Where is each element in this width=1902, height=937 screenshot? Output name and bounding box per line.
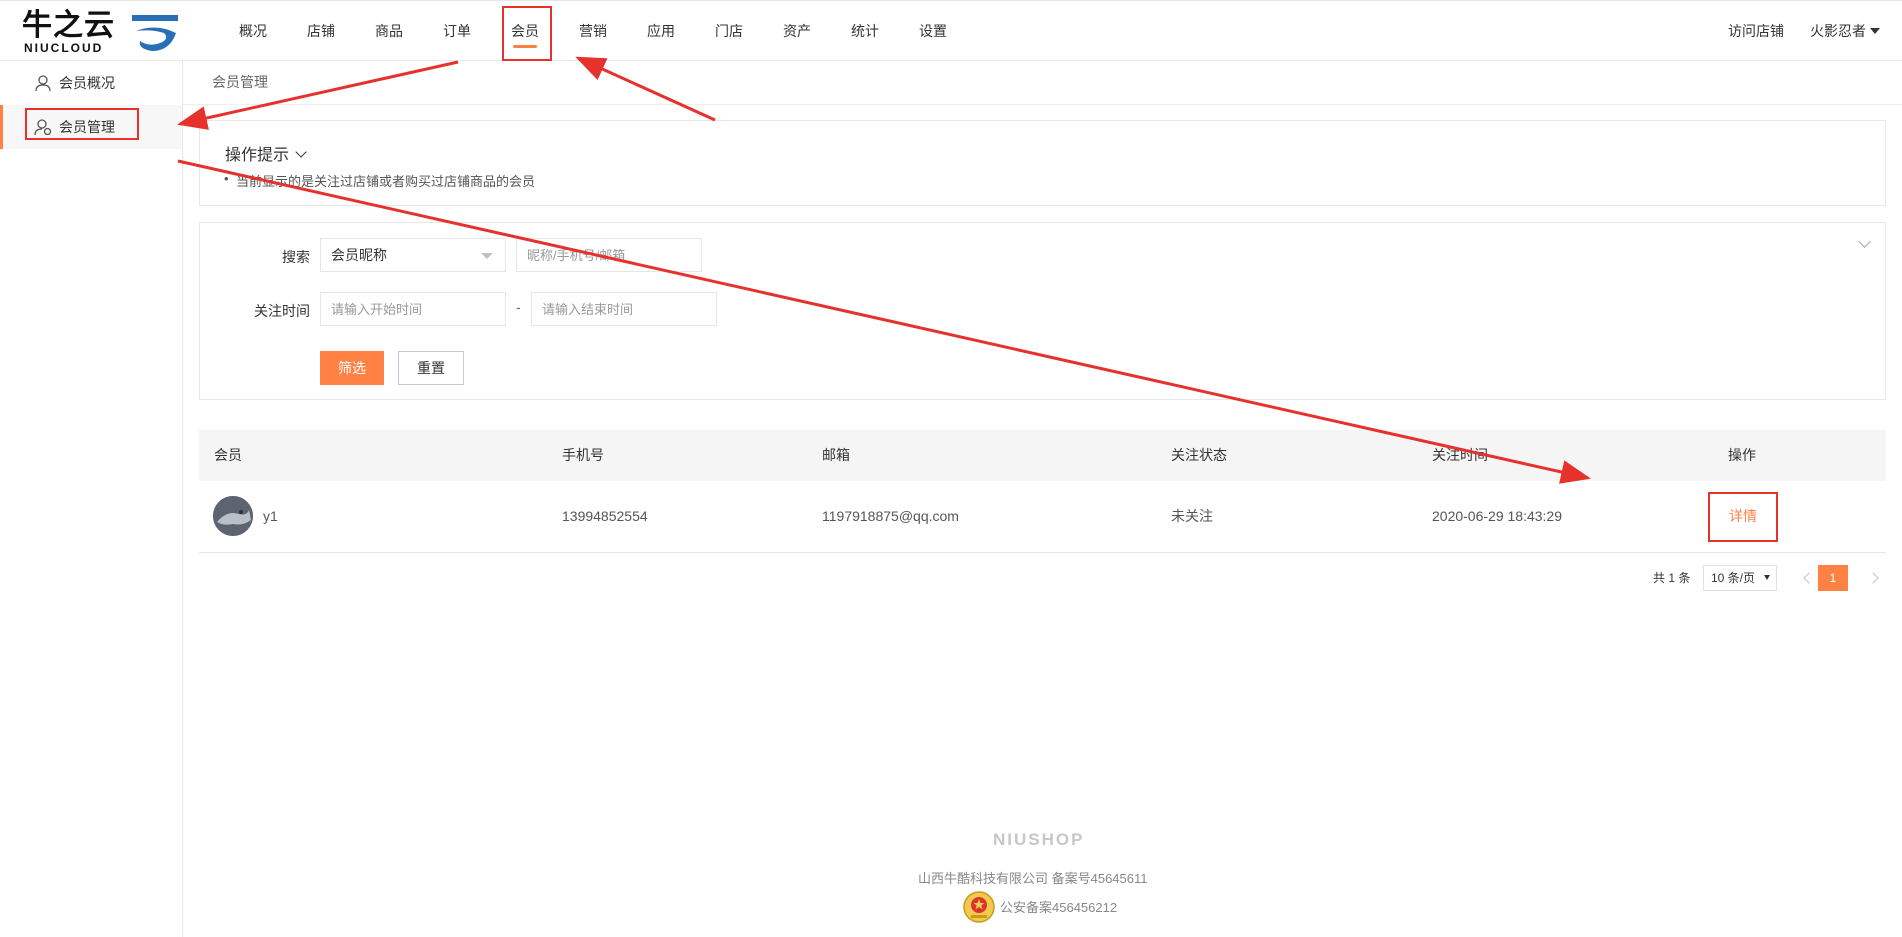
reset-button[interactable]: 重置 — [398, 351, 464, 385]
filter-button[interactable]: 筛选 — [320, 351, 384, 385]
breadcrumb-divider — [183, 104, 1902, 105]
avatar-image — [213, 496, 253, 536]
member-phone: 13994852554 — [562, 508, 648, 524]
table-header: 会员 手机号 邮箱 关注状态 关注时间 操作 — [199, 430, 1886, 482]
column-header: 关注状态 — [1171, 447, 1227, 463]
keyword-input[interactable] — [516, 238, 702, 272]
nav-overview[interactable]: 概况 — [233, 1, 273, 62]
annotation-box-detail — [1708, 492, 1778, 542]
sidebar: 会员概况 会员管理 — [0, 61, 183, 937]
user-icon — [35, 75, 51, 92]
arrow-to-nav — [575, 56, 716, 122]
breadcrumb: 会员管理 — [212, 74, 268, 90]
logo-subtext: NIUCLOUD — [24, 41, 104, 55]
nav-assets[interactable]: 资产 — [777, 1, 817, 62]
police-emblem-icon — [963, 891, 995, 923]
nav-stores[interactable]: 门店 — [709, 1, 749, 62]
visit-shop-link[interactable]: 访问店铺 — [1728, 1, 1784, 61]
sidebar-item-label: 会员概况 — [59, 75, 115, 91]
follow-time: 2020-06-29 18:43:29 — [1432, 508, 1562, 524]
table-row: y1 13994852554 1197918875@qq.com 未关注 202… — [199, 481, 1886, 553]
user-menu[interactable]: 火影忍者 — [1810, 1, 1880, 61]
logo-swirl-icon — [132, 15, 178, 51]
column-header: 关注时间 — [1432, 447, 1488, 463]
nav-settings[interactable]: 设置 — [913, 1, 953, 62]
dropdown-arrow-icon — [1764, 575, 1770, 580]
end-time-input[interactable] — [531, 292, 717, 326]
annotation-box-nav — [502, 6, 552, 61]
chevron-left-icon[interactable] — [1797, 565, 1817, 591]
nav-marketing[interactable]: 营销 — [573, 1, 613, 62]
page-size-select[interactable]: 10 条/页 — [1703, 565, 1777, 591]
avatar — [213, 496, 253, 536]
nav-statistics[interactable]: 统计 — [845, 1, 885, 62]
police-record-text: 公安备案456456212 — [1000, 900, 1118, 915]
member-nickname: y1 — [263, 508, 278, 524]
tips-toggle[interactable]: 操作提示 — [225, 141, 307, 165]
footer-brand: NIUSHOP — [993, 830, 1085, 849]
follow-status: 未关注 — [1171, 508, 1213, 524]
caret-down-icon — [1870, 28, 1880, 34]
page-number-current[interactable]: 1 — [1818, 565, 1848, 591]
chevron-down-icon — [295, 146, 307, 158]
column-header: 邮箱 — [822, 447, 850, 463]
nav-goods[interactable]: 商品 — [369, 1, 409, 62]
nav-shop[interactable]: 店铺 — [301, 1, 341, 62]
chevron-down-icon[interactable] — [1858, 235, 1871, 248]
footer-company: 山西牛酷科技有限公司 备案号45645611 — [918, 871, 1148, 886]
column-header: 会员 — [214, 447, 242, 463]
pagination-total: 共 1 条 — [1653, 571, 1691, 585]
tip-item: 当前显示的是关注过店铺或者购买过店铺商品的会员 — [224, 171, 535, 190]
nav-apps[interactable]: 应用 — [641, 1, 681, 62]
sidebar-item-member-overview[interactable]: 会员概况 — [0, 61, 182, 105]
annotation-box-sidebar — [25, 108, 139, 140]
nav-orders[interactable]: 订单 — [437, 1, 477, 62]
search-type-value: 会员昵称 — [331, 247, 387, 263]
user-name: 火影忍者 — [1810, 23, 1866, 39]
niucloud-logo[interactable]: 牛之云 NIUCLOUD — [22, 9, 178, 55]
column-header: 操作 — [1728, 447, 1756, 463]
top-header: 牛之云 NIUCLOUD 概况 店铺 商品 订单 会员 营销 应用 门店 资产 … — [0, 0, 1902, 61]
range-separator: - — [516, 299, 521, 315]
tips-title: 操作提示 — [225, 147, 290, 164]
filter-panel: 搜索 会员昵称 关注时间 - 筛选 重置 — [199, 222, 1886, 400]
dropdown-arrow-icon — [481, 253, 493, 259]
chevron-right-icon[interactable] — [1865, 565, 1885, 591]
start-time-input[interactable] — [320, 292, 506, 326]
follow-time-label: 关注时间 — [254, 303, 310, 319]
column-header: 手机号 — [562, 447, 604, 463]
page-size-value: 10 条/页 — [1711, 571, 1756, 585]
search-type-select[interactable]: 会员昵称 — [320, 238, 506, 272]
operation-tips-panel: 操作提示 当前显示的是关注过店铺或者购买过店铺商品的会员 — [199, 120, 1886, 206]
member-email: 1197918875@qq.com — [822, 508, 959, 524]
search-label: 搜索 — [282, 249, 310, 265]
logo-text: 牛之云 — [22, 9, 115, 42]
